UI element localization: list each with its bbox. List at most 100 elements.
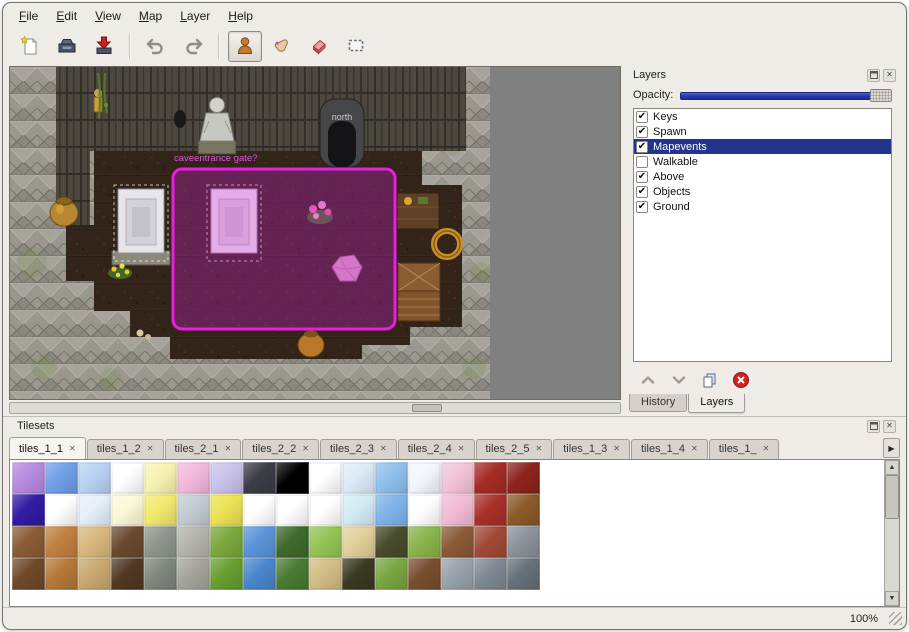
layer-checkbox[interactable]: ✔: [636, 141, 648, 153]
open-button[interactable]: [50, 31, 84, 62]
stamp-tool-button[interactable]: [228, 31, 262, 62]
tileset-tile[interactable]: [144, 494, 177, 526]
layer-row-mapevents[interactable]: ✔Mapevents: [634, 139, 891, 154]
layer-row-above[interactable]: ✔Above: [634, 169, 891, 184]
tileset-tile[interactable]: [12, 462, 45, 494]
menu-view[interactable]: View: [87, 8, 129, 24]
tileset-tile[interactable]: [78, 526, 111, 558]
layer-checkbox[interactable]: ✔: [636, 126, 648, 138]
tileset-tile[interactable]: [78, 494, 111, 526]
tileset-tile[interactable]: [78, 462, 111, 494]
tileset-tile[interactable]: [474, 494, 507, 526]
tab-close-icon[interactable]: ✕: [302, 445, 309, 453]
tileset-tile[interactable]: [210, 462, 243, 494]
tileset-tile[interactable]: [276, 526, 309, 558]
tileset-tile[interactable]: [12, 494, 45, 526]
tileset-tile[interactable]: [111, 494, 144, 526]
layer-row-walkable[interactable]: Walkable: [634, 154, 891, 169]
tab-scroll-right-button[interactable]: ▶: [883, 438, 900, 458]
menu-help[interactable]: Help: [220, 8, 261, 24]
tileset-tab-tiles_2_1[interactable]: tiles_2_1✕: [165, 439, 242, 459]
tileset-tile[interactable]: [441, 526, 474, 558]
layer-row-ground[interactable]: ✔Ground: [634, 199, 891, 214]
tileset-tile[interactable]: [408, 494, 441, 526]
eraser-tool-button[interactable]: [302, 31, 336, 62]
tileset-tile[interactable]: [144, 462, 177, 494]
tileset-tile[interactable]: [474, 526, 507, 558]
opacity-slider[interactable]: [680, 88, 892, 103]
dock-close-button[interactable]: ✕: [883, 69, 896, 82]
tileset-tile[interactable]: [177, 526, 210, 558]
tab-close-icon[interactable]: ✕: [536, 445, 543, 453]
tileset-tile[interactable]: [507, 558, 540, 590]
tileset-tile[interactable]: [408, 462, 441, 494]
scroll-thumb[interactable]: [885, 475, 899, 519]
tileset-tile[interactable]: [45, 558, 78, 590]
tab-close-icon[interactable]: ✕: [147, 445, 154, 453]
selection-rect[interactable]: [173, 169, 395, 329]
tileset-tile[interactable]: [210, 558, 243, 590]
menu-map[interactable]: Map: [131, 8, 170, 24]
tileset-tile[interactable]: [375, 494, 408, 526]
tab-close-icon[interactable]: ✕: [225, 445, 232, 453]
tileset-tile[interactable]: [342, 494, 375, 526]
tileset-tab-tiles_1_[interactable]: tiles_1_✕: [709, 439, 780, 459]
tileset-tile[interactable]: [309, 558, 342, 590]
tileset-tile[interactable]: [177, 558, 210, 590]
layer-checkbox[interactable]: ✔: [636, 201, 648, 213]
scroll-up-button[interactable]: ▲: [885, 460, 899, 475]
tileset-tile[interactable]: [111, 558, 144, 590]
layer-up-button[interactable]: [639, 371, 657, 389]
menu-layer[interactable]: Layer: [172, 8, 218, 24]
tileset-tab-tiles_2_5[interactable]: tiles_2_5✕: [476, 439, 553, 459]
tab-close-icon[interactable]: ✕: [613, 445, 620, 453]
opacity-slider-handle[interactable]: [870, 89, 892, 102]
tileset-tile[interactable]: [375, 462, 408, 494]
tileset-tile[interactable]: [507, 462, 540, 494]
tileset-tab-tiles_1_2[interactable]: tiles_1_2✕: [87, 439, 164, 459]
scroll-track[interactable]: [885, 475, 899, 591]
tileset-tile[interactable]: [342, 526, 375, 558]
tab-close-icon[interactable]: ✕: [69, 445, 76, 453]
tileset-tile[interactable]: [177, 462, 210, 494]
layer-checkbox[interactable]: ✔: [636, 111, 648, 123]
map-canvas[interactable]: north caveentrance gate?: [9, 66, 621, 400]
dock-tab-history[interactable]: History: [629, 394, 687, 412]
tileset-tile[interactable]: [111, 462, 144, 494]
new-button[interactable]: [13, 31, 47, 62]
tileset-tile[interactable]: [408, 526, 441, 558]
tileset-tile[interactable]: [243, 494, 276, 526]
tileset-tile[interactable]: [408, 558, 441, 590]
tileset-tile[interactable]: [309, 462, 342, 494]
undo-button[interactable]: [139, 31, 173, 62]
tileset-tile[interactable]: [441, 462, 474, 494]
tileset-tile[interactable]: [210, 526, 243, 558]
tileset-tile[interactable]: [45, 494, 78, 526]
layer-row-keys[interactable]: ✔Keys: [634, 109, 891, 124]
tileset-tile[interactable]: [243, 462, 276, 494]
tab-close-icon[interactable]: ✕: [380, 445, 387, 453]
tileset-tab-tiles_1_4[interactable]: tiles_1_4✕: [631, 439, 708, 459]
map-horizontal-scrollbar[interactable]: [9, 402, 621, 414]
dock-float-button[interactable]: [867, 420, 880, 433]
layer-row-objects[interactable]: ✔Objects: [634, 184, 891, 199]
layer-down-button[interactable]: [670, 371, 688, 389]
select-tool-button[interactable]: [339, 31, 373, 62]
menu-file[interactable]: File: [11, 8, 46, 24]
layer-checkbox[interactable]: ✔: [636, 186, 648, 198]
tileset-vertical-scrollbar[interactable]: ▲ ▼: [884, 460, 899, 606]
tileset-tile[interactable]: [507, 494, 540, 526]
layer-row-spawn[interactable]: ✔Spawn: [634, 124, 891, 139]
tileset-tile[interactable]: [243, 558, 276, 590]
tileset-tile[interactable]: [276, 494, 309, 526]
tileset-tile[interactable]: [78, 558, 111, 590]
redo-button[interactable]: [176, 31, 210, 62]
tileset-tile[interactable]: [276, 558, 309, 590]
tileset-tile[interactable]: [474, 462, 507, 494]
tileset-tile[interactable]: [441, 558, 474, 590]
tileset-tile[interactable]: [177, 494, 210, 526]
tileset-tile[interactable]: [111, 526, 144, 558]
tileset-tab-tiles_1_3[interactable]: tiles_1_3✕: [553, 439, 630, 459]
tileset-tab-tiles_2_4[interactable]: tiles_2_4✕: [398, 439, 475, 459]
dock-tab-layers[interactable]: Layers: [688, 394, 745, 413]
